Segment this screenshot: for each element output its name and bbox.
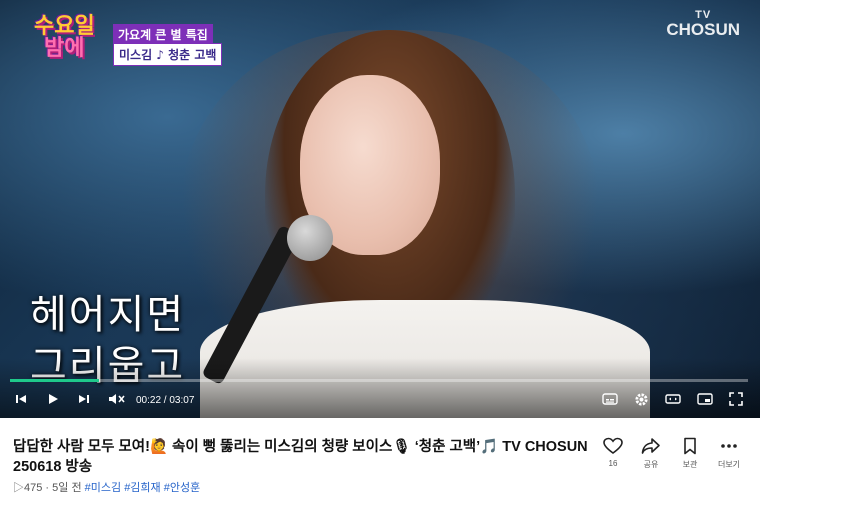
- video-player[interactable]: 수요일 밤에 가요계 큰 별 특집 미스김 ♪ 청춘 고백 TV CHOSUN …: [0, 0, 760, 418]
- show-logo-line-1: 수요일: [34, 14, 95, 39]
- time-display: 00:22 / 03:07: [136, 395, 195, 406]
- video-title: 답답한 사람 모두 모여!🙋 속이 뻥 뚫리는 미스김의 청량 보이스🎙 ‘청춘…: [13, 439, 588, 475]
- hashtag-link[interactable]: #김희재: [124, 482, 160, 494]
- progress-fill: [10, 379, 99, 382]
- heart-icon: [603, 437, 623, 454]
- video-meta: ▷475 · 5일 전 #미스김 #김희재 #안성훈: [13, 479, 200, 495]
- hashtag-link[interactable]: #미스김: [85, 482, 121, 494]
- lyric-line-1: 헤어지면: [30, 292, 186, 338]
- mute-icon[interactable]: [108, 392, 126, 406]
- caption-top: 가요계 큰 별 특집: [113, 24, 213, 45]
- settings-icon[interactable]: [634, 392, 649, 407]
- share-button[interactable]: 공유: [634, 437, 668, 470]
- skip-forward-icon[interactable]: [77, 392, 91, 406]
- show-logo: 수요일 밤에: [34, 16, 114, 60]
- controls-shade: [0, 358, 760, 418]
- caption-bottom: 미스김 ♪ 청춘 고백: [113, 43, 223, 66]
- more-label: 더보기: [717, 460, 741, 469]
- views-icon: ▷: [13, 482, 24, 494]
- fullscreen-icon[interactable]: [729, 392, 743, 406]
- play-icon[interactable]: [46, 392, 60, 406]
- share-label: 공유: [643, 460, 659, 469]
- more-dots-icon: [721, 444, 737, 448]
- like-count: 16: [608, 459, 618, 468]
- view-count: 475: [24, 482, 43, 494]
- channel-logo-name: CHOSUN: [666, 20, 740, 39]
- like-button[interactable]: 16: [596, 437, 630, 468]
- upload-age: 5일 전: [52, 482, 82, 494]
- save-label: 보관: [682, 460, 698, 469]
- theater-icon[interactable]: [665, 392, 681, 406]
- skip-back-icon[interactable]: [14, 392, 28, 406]
- subtitles-icon[interactable]: [602, 392, 618, 406]
- show-logo-line-2: 밤에: [44, 36, 85, 61]
- microphone-head: [287, 215, 333, 261]
- progress-bar[interactable]: [10, 379, 748, 382]
- bookmark-icon: [684, 437, 696, 455]
- channel-logo: TV CHOSUN: [666, 10, 740, 39]
- save-button[interactable]: 보관: [673, 437, 707, 470]
- share-icon: [641, 438, 660, 454]
- hashtag-link[interactable]: #안성훈: [164, 482, 200, 494]
- more-button[interactable]: 더보기: [712, 437, 746, 470]
- miniplayer-icon[interactable]: [697, 392, 713, 406]
